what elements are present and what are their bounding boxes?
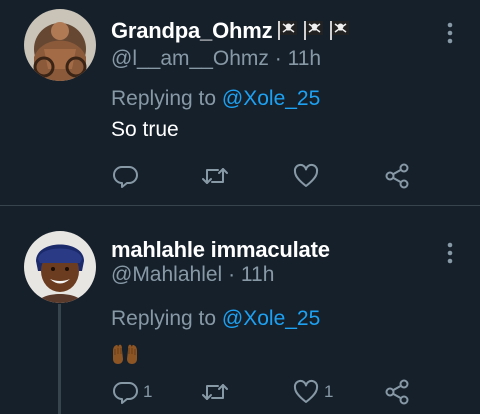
replying-prefix: Replying to xyxy=(111,307,222,330)
pirate-flag-icon xyxy=(277,19,298,41)
pirate-flag-icon xyxy=(303,19,324,41)
replying-to: Replying to @Xole_25 xyxy=(111,87,320,111)
display-name[interactable]: mahlahle immaculate xyxy=(111,237,330,263)
like-button[interactable] xyxy=(292,161,324,191)
like-icon xyxy=(292,163,320,189)
raised-hands-icon xyxy=(111,343,139,365)
timestamp[interactable]: 11h xyxy=(241,263,274,286)
more-options-icon[interactable] xyxy=(442,240,458,266)
avatar[interactable] xyxy=(24,9,96,81)
thread-line xyxy=(58,304,61,414)
display-name[interactable]: Grandpa_Ohmz xyxy=(111,18,350,44)
mention-link[interactable]: @Xole_25 xyxy=(222,87,320,110)
handle-line: @l__am__Ohmz · 11h xyxy=(111,47,321,71)
retweet-button[interactable] xyxy=(200,161,234,191)
replying-to: Replying to @Xole_25 xyxy=(111,307,320,331)
pirate-flag-icon xyxy=(329,19,350,41)
reply-icon xyxy=(113,379,139,405)
handle[interactable]: @l__am__Ohmz xyxy=(111,47,269,70)
tweet[interactable]: mahlahle immaculate @Mahlahlel · 11h Rep… xyxy=(0,206,480,414)
tweet-text: So true xyxy=(111,118,179,141)
more-options-icon[interactable] xyxy=(442,20,458,46)
separator: · xyxy=(228,263,236,286)
share-icon xyxy=(383,162,411,190)
separator: · xyxy=(274,47,282,70)
reply-icon xyxy=(113,163,139,189)
retweet-icon xyxy=(200,379,230,405)
retweet-icon xyxy=(200,163,230,189)
mention-link[interactable]: @Xole_25 xyxy=(222,307,320,330)
replying-prefix: Replying to xyxy=(111,87,222,110)
handle[interactable]: @Mahlahlel xyxy=(111,263,222,286)
reply-count: 1 xyxy=(143,382,153,401)
timestamp[interactable]: 11h xyxy=(288,47,321,70)
like-icon xyxy=(292,379,320,405)
share-icon xyxy=(383,378,411,406)
like-count: 1 xyxy=(324,382,334,401)
reply-button[interactable] xyxy=(113,161,143,191)
share-button[interactable] xyxy=(383,161,411,191)
display-name-text: Grandpa_Ohmz xyxy=(111,18,273,43)
avatar[interactable] xyxy=(24,231,96,303)
handle-line: @Mahlahlel · 11h xyxy=(111,263,274,287)
tweet[interactable]: Grandpa_Ohmz @l__am__Ohmz · 11h Replying… xyxy=(0,0,480,205)
